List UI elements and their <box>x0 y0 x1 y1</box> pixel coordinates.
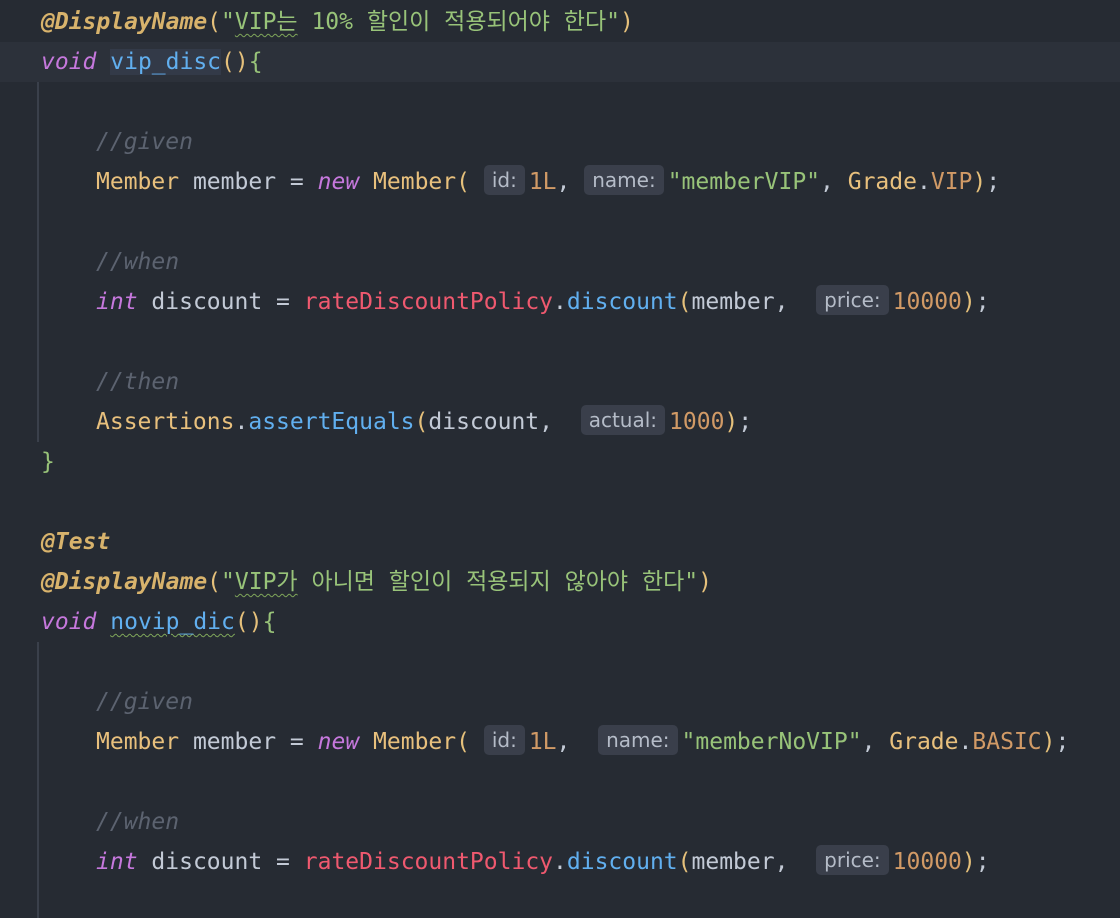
code-line-comment[interactable]: //then <box>96 362 179 402</box>
parameter-hint-name: name: <box>584 165 664 195</box>
method-name[interactable]: novip_dic <box>110 609 235 635</box>
code-line-test-annotation[interactable]: @Test <box>41 522 110 562</box>
code-line-method-signature[interactable]: void novip_dic(){ <box>41 602 276 642</box>
code-line-display-name[interactable]: @DisplayName("VIP가 아니면 할인이 적용되지 않아야 한다") <box>41 562 712 602</box>
comment-when: //when <box>96 249 180 275</box>
comment-when: //when <box>96 809 180 835</box>
code-line-assert[interactable]: Assertions.assertEquals(discount, actual… <box>96 402 752 442</box>
parameter-hint-price: price: <box>816 285 889 315</box>
annotation-display-name: @DisplayName <box>41 569 208 595</box>
comment-given: //given <box>96 689 193 715</box>
parameter-hint-name: name: <box>598 725 678 755</box>
display-name-string: 10% 할인이 적용되어야 한다" <box>297 9 620 35</box>
indent-guide <box>37 82 39 442</box>
indent-guide <box>37 642 39 918</box>
code-line-display-name[interactable]: @DisplayName("VIP는 10% 할인이 적용되어야 한다") <box>41 2 634 42</box>
annotation-display-name: @DisplayName <box>41 9 208 35</box>
code-editor[interactable]: @DisplayName("VIP는 10% 할인이 적용되어야 한다") vo… <box>0 0 1120 918</box>
parameter-hint-price: price: <box>816 845 889 875</box>
code-line-discount[interactable]: int discount = rateDiscountPolicy.discou… <box>96 282 990 322</box>
parameter-hint-actual: actual: <box>580 405 666 435</box>
code-line-comment[interactable]: //given <box>96 682 193 722</box>
annotation-test: @Test <box>41 529 111 555</box>
comment-then: //then <box>96 369 180 395</box>
code-line-comment[interactable]: //when <box>96 802 179 842</box>
parameter-hint-id: id: <box>483 165 525 195</box>
spell-check-warning: VIP는 <box>234 9 298 35</box>
display-name-string: 아니면 할인이 적용되지 않아야 한다" <box>297 569 699 595</box>
code-line-comment[interactable]: //given <box>96 122 193 162</box>
parameter-hint-id: id: <box>483 725 525 755</box>
code-line-member-init[interactable]: Member member = new Member( id: 1L, name:… <box>96 722 1069 762</box>
code-line-method-signature[interactable]: void vip_disc(){ <box>41 42 263 82</box>
method-name[interactable]: vip_disc <box>110 49 222 75</box>
keyword-void: void <box>41 49 97 75</box>
comment-given: //given <box>96 129 193 155</box>
code-line-comment[interactable]: //when <box>96 242 179 282</box>
spell-check-warning: VIP가 <box>234 569 298 595</box>
keyword-void: void <box>41 609 97 635</box>
code-line-member-init[interactable]: Member member = new Member( id: 1L, name:… <box>96 162 1000 202</box>
code-line-close-brace[interactable]: } <box>41 442 55 482</box>
code-line-discount[interactable]: int discount = rateDiscountPolicy.discou… <box>96 842 990 882</box>
